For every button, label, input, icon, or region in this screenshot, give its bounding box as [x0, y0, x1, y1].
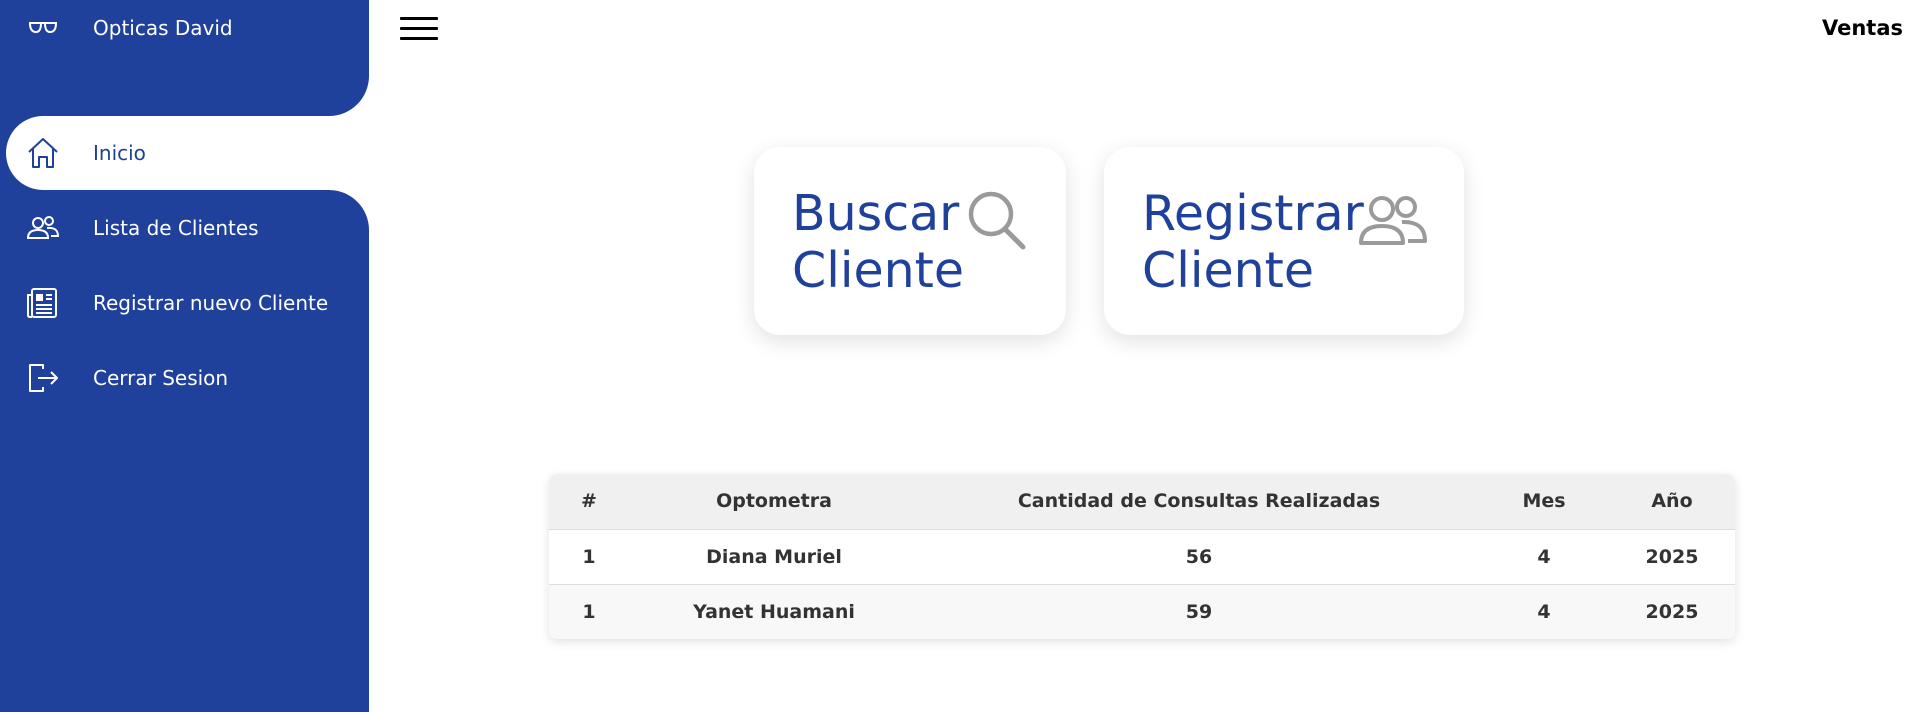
search-icon: [968, 191, 1026, 250]
column-header: Año: [1651, 490, 1693, 513]
column-header: #: [581, 490, 597, 513]
table-cell: 59: [1185, 600, 1213, 623]
sidebar-item-inicio[interactable]: Inicio: [6, 116, 369, 190]
table-cell: 4: [1537, 600, 1551, 623]
table-cell: 1: [582, 545, 596, 568]
hamburger-icon[interactable]: [400, 14, 440, 44]
home-icon: [28, 138, 58, 168]
table-cell: 56: [1185, 545, 1213, 568]
table-cell: Yanet Huamani: [693, 600, 855, 623]
logout-icon: [29, 364, 58, 392]
consultas-table: # Optometra Cantidad de Consultas Realiz…: [549, 474, 1735, 639]
column-header: Optometra: [716, 490, 832, 513]
sidebar-item-label: Inicio: [93, 141, 146, 165]
column-header: Mes: [1522, 490, 1566, 513]
table-cell: 1: [582, 600, 596, 623]
table-row: 1 Yanet Huamani 59 4 2025: [549, 584, 1735, 639]
sidebar-item-label: Lista de Clientes: [93, 216, 259, 240]
users-icon: [1359, 196, 1427, 245]
buscar-cliente-card[interactable]: Buscar Cliente: [754, 147, 1066, 335]
table-cell: 2025: [1645, 545, 1699, 568]
sidebar-item-lista-clientes[interactable]: Lista de Clientes: [0, 191, 369, 265]
table-cell: Diana Muriel: [706, 545, 842, 568]
registrar-cliente-card[interactable]: Registrar Cliente: [1104, 147, 1464, 335]
column-header: Cantidad de Consultas Realizadas: [1017, 490, 1381, 513]
sidebar-item-label: Registrar nuevo Cliente: [93, 291, 329, 315]
users-icon: [26, 216, 60, 239]
brand-name: Opticas David: [93, 16, 233, 40]
table-cell: 2025: [1645, 600, 1699, 623]
table-cell: 4: [1537, 545, 1551, 568]
table-row: 1 Diana Muriel 56 4 2025: [549, 529, 1735, 584]
page-title: Ventas: [1821, 16, 1903, 40]
sidebar-item-cerrar-sesion[interactable]: Cerrar Sesion: [0, 341, 369, 415]
sidebar: Opticas David Inicio Lista de Clientes R…: [0, 0, 369, 712]
card-title: Registrar Cliente: [1142, 185, 1364, 299]
newspaper-icon: [27, 288, 57, 318]
table-header-row: # Optometra Cantidad de Consultas Realiz…: [549, 474, 1735, 529]
top-bar: Ventas: [369, 0, 1906, 60]
brand: Opticas David: [0, 0, 369, 56]
glasses-icon: [28, 22, 58, 34]
sidebar-item-label: Cerrar Sesion: [93, 366, 229, 390]
sidebar-item-registrar-cliente[interactable]: Registrar nuevo Cliente: [0, 266, 369, 340]
